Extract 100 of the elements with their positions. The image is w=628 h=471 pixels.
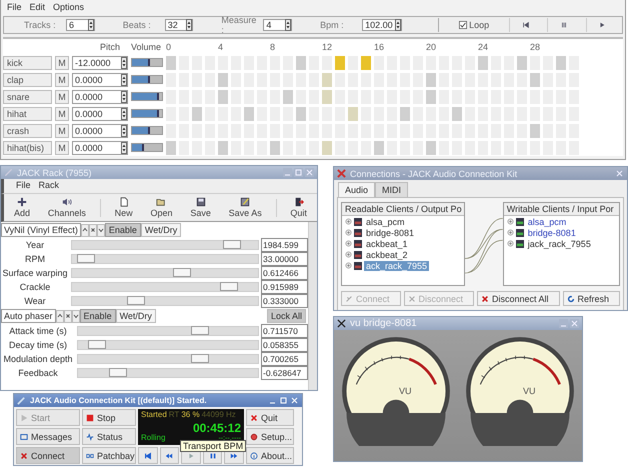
parameter-slider[interactable] xyxy=(71,240,259,250)
step-cell[interactable] xyxy=(322,72,332,86)
step-cell[interactable] xyxy=(283,90,293,104)
expand-icon[interactable] xyxy=(345,229,352,236)
track-name-button[interactable]: snare xyxy=(3,90,52,104)
value-field[interactable]: 0.612466 xyxy=(261,266,308,280)
scrollbar[interactable] xyxy=(308,222,317,390)
number-field[interactable]: 32 xyxy=(164,19,194,31)
parameter-slider[interactable] xyxy=(71,254,259,264)
spin-arrows-icon[interactable] xyxy=(186,19,192,31)
pitch-field[interactable]: 0.0000 xyxy=(72,106,128,120)
menu-item[interactable]: Options xyxy=(53,2,84,13)
menu-item[interactable]: File xyxy=(7,2,22,13)
step-cell[interactable] xyxy=(426,140,436,154)
expand-icon[interactable] xyxy=(506,229,514,236)
parameter-slider[interactable] xyxy=(71,268,259,278)
mute-button[interactable]: M xyxy=(55,90,69,104)
menu-item[interactable]: Rack xyxy=(38,180,60,192)
expand-icon[interactable] xyxy=(345,218,352,225)
disconnect-button[interactable]: Disconnect All xyxy=(477,291,560,306)
step-cell[interactable] xyxy=(322,90,332,104)
parameter-slider[interactable] xyxy=(77,354,259,364)
step-cell[interactable] xyxy=(218,140,228,154)
step-cell[interactable] xyxy=(296,56,306,70)
expand-icon[interactable] xyxy=(345,240,352,247)
step-cell[interactable] xyxy=(400,106,410,120)
close-icon[interactable] xyxy=(305,168,314,177)
step-cell[interactable] xyxy=(530,124,540,138)
menu-item[interactable]: File xyxy=(16,180,31,192)
step-cell[interactable] xyxy=(218,72,228,86)
pitch-field[interactable]: 0.0000 xyxy=(72,124,128,138)
step-cell[interactable] xyxy=(166,56,176,70)
mute-button[interactable]: M xyxy=(55,140,69,154)
wet-dry-button[interactable]: Wet/Dry xyxy=(116,309,156,323)
toolbar-button[interactable]: Open xyxy=(146,197,176,218)
spin-arrows-icon[interactable] xyxy=(285,19,292,31)
lock-all-button[interactable]: Lock All xyxy=(266,309,306,323)
track-name-button[interactable]: hihat xyxy=(3,106,52,120)
pitch-field[interactable]: 0.0000 xyxy=(72,140,128,154)
value-field[interactable]: 0.700265 xyxy=(261,352,308,366)
quit-button[interactable]: Quit xyxy=(246,409,294,426)
spin-arrows-icon[interactable] xyxy=(88,19,94,31)
mute-button[interactable]: M xyxy=(55,106,69,120)
pitch-field[interactable]: 0.0000 xyxy=(72,90,128,104)
track-name-button[interactable]: hihat(bis) xyxy=(3,140,52,154)
client-item[interactable]: bridge-8081 xyxy=(526,228,578,238)
menu-item[interactable]: Edit xyxy=(30,2,46,13)
value-field[interactable]: 0.058355 xyxy=(261,338,308,352)
step-cell[interactable] xyxy=(426,90,436,104)
toolbar-button[interactable]: New xyxy=(110,197,137,218)
step-cell[interactable] xyxy=(322,140,332,154)
expand-icon[interactable] xyxy=(506,240,514,247)
spin-arrows-icon[interactable] xyxy=(121,74,127,86)
toolbar-button[interactable]: Add xyxy=(10,197,34,218)
value-field[interactable]: 1984.599 xyxy=(261,238,308,252)
tab[interactable]: Audio xyxy=(338,182,376,197)
close-icon[interactable] xyxy=(615,169,624,178)
close-icon[interactable] xyxy=(570,319,579,328)
toolbar-button[interactable]: Save xyxy=(186,197,215,218)
spin-arrows-icon[interactable] xyxy=(121,56,127,68)
value-field[interactable]: -0.628647 xyxy=(261,366,308,380)
toolbar-button[interactable]: Channels xyxy=(44,197,90,218)
pitch-field[interactable]: 0.0000 xyxy=(72,72,128,86)
status-button[interactable]: Status xyxy=(82,428,136,445)
connect-button[interactable]: Connect xyxy=(16,447,80,464)
step-cell[interactable] xyxy=(374,140,384,154)
step-cell[interactable] xyxy=(361,56,371,70)
value-field[interactable]: 33.00000 xyxy=(261,252,308,266)
spin-arrows-icon[interactable] xyxy=(121,108,127,120)
enable-toggle[interactable]: Enable xyxy=(80,309,116,323)
mute-button[interactable]: M xyxy=(55,124,69,138)
mute-button[interactable]: M xyxy=(55,72,69,86)
expand-icon[interactable] xyxy=(345,251,352,258)
parameter-slider[interactable] xyxy=(77,340,259,350)
step-cell[interactable] xyxy=(244,106,254,120)
client-item[interactable]: bridge-8081 xyxy=(364,228,416,238)
patchbay-button[interactable]: Patchbay xyxy=(82,447,136,464)
step-cell[interactable] xyxy=(335,56,345,70)
volume-slider[interactable] xyxy=(131,92,163,101)
volume-slider[interactable] xyxy=(131,126,163,135)
maximize-icon[interactable] xyxy=(294,168,303,177)
spin-arrows-icon[interactable] xyxy=(121,90,127,102)
step-cell[interactable] xyxy=(452,106,462,120)
parameter-slider[interactable] xyxy=(71,296,259,306)
step-cell[interactable] xyxy=(166,140,176,154)
volume-slider[interactable] xyxy=(131,75,163,84)
rewind-button[interactable] xyxy=(160,447,180,464)
step-cell[interactable] xyxy=(192,106,202,120)
volume-slider[interactable] xyxy=(131,143,163,152)
step-cell[interactable] xyxy=(218,90,228,104)
client-item[interactable]: ackbeat_2 xyxy=(364,250,410,260)
loop-checkbox[interactable]: Loop xyxy=(459,20,490,30)
refresh-button[interactable]: Refresh xyxy=(562,291,620,306)
enable-toggle[interactable]: Enable xyxy=(104,223,141,237)
value-field[interactable]: 0.333000 xyxy=(261,294,308,308)
number-field[interactable]: 102.00 xyxy=(362,19,402,31)
volume-slider[interactable] xyxy=(131,58,163,67)
to-start-button[interactable] xyxy=(138,447,158,464)
step-cell[interactable] xyxy=(517,56,527,70)
toolbar-button[interactable]: Save As xyxy=(224,197,266,218)
